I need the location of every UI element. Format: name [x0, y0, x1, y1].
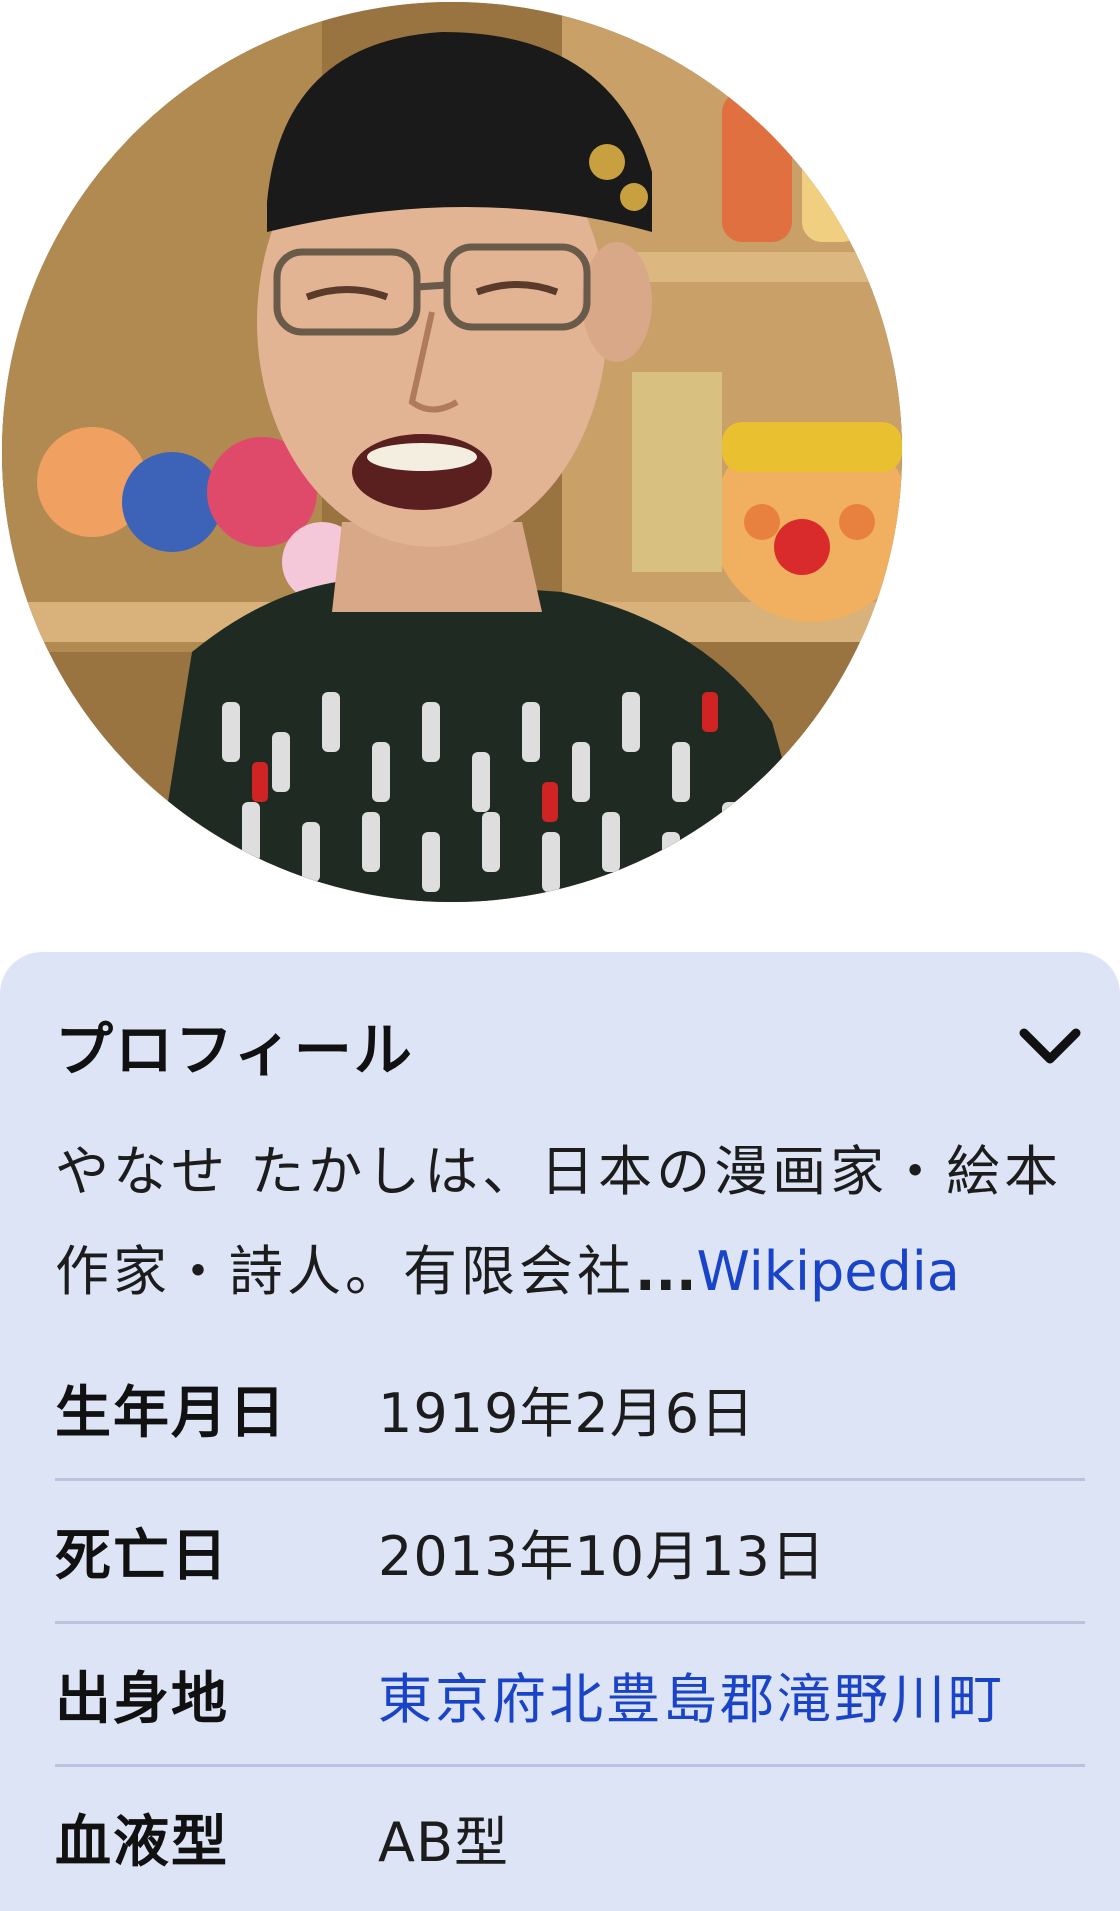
chevron-down-icon[interactable] [1015, 1010, 1085, 1080]
profile-photo-area [0, 0, 1120, 950]
fact-label: 死亡日 [55, 1523, 229, 1589]
fact-value: AB型 [378, 1810, 509, 1874]
wikipedia-link[interactable]: Wikipedia [697, 1240, 960, 1303]
profile-description: やなせ たかしは、日本の漫画家・絵本作家・詩人。有限会社...Wikipedia [55, 1122, 1085, 1322]
fact-row-birthplace: 出身地 東京府北豊島郡滝野川町 [55, 1624, 1085, 1767]
fact-row-blood-type: 血液型 AB型 [55, 1767, 1085, 1907]
birthplace-link[interactable]: 東京府北豊島郡滝野川町 [378, 1655, 1005, 1734]
fact-label: 血液型 [55, 1809, 229, 1875]
fact-label: 生年月日 [55, 1380, 287, 1446]
description-ellipsis: ... [635, 1240, 697, 1303]
fact-row-death-date: 死亡日 2013年10月13日 [55, 1481, 1085, 1624]
fact-value: 1919年2月6日 [378, 1381, 756, 1445]
profile-photo[interactable] [2, 2, 902, 902]
profile-card-title: プロフィール [55, 1016, 414, 1084]
fact-value: 2013年10月13日 [378, 1524, 826, 1588]
profile-card-header[interactable]: プロフィール [55, 1000, 1085, 1090]
fact-row-birth-date: 生年月日 1919年2月6日 [55, 1338, 1085, 1481]
fact-label: 出身地 [55, 1666, 229, 1732]
